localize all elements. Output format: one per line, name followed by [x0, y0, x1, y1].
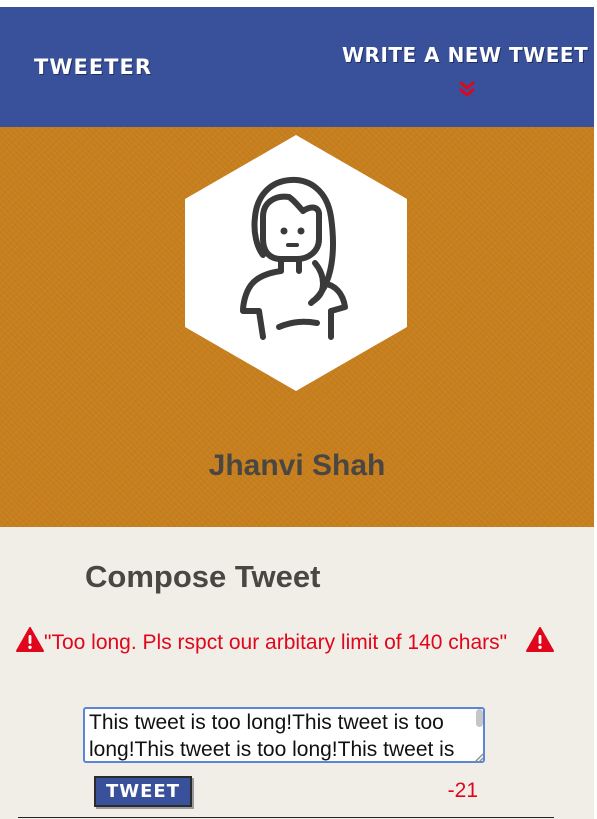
- tweet-submit-button[interactable]: TWEET: [94, 776, 192, 807]
- compose-title: Compose Tweet: [85, 559, 321, 594]
- write-new-tweet-link[interactable]: WRITE A NEW TWEET: [342, 43, 594, 67]
- divider: [18, 817, 554, 818]
- warning-triangle-icon: [526, 627, 554, 652]
- double-chevron-down-icon[interactable]: [458, 81, 476, 99]
- woman-avatar-icon: [185, 135, 407, 391]
- brand-logo[interactable]: TWEETER: [34, 55, 152, 79]
- warning-triangle-icon: [16, 627, 44, 652]
- compose-section: Compose Tweet "Too long. Pls rspct our a…: [0, 527, 594, 819]
- navbar: TWEETER WRITE A NEW TWEET: [0, 7, 594, 127]
- profile-banner: Jhanvi Shah: [0, 127, 594, 527]
- tweet-textarea[interactable]: This tweet is too long!This tweet is too…: [83, 707, 485, 763]
- profile-name: Jhanvi Shah: [208, 449, 386, 482]
- top-strip: [0, 0, 597, 7]
- scroll-thumb[interactable]: [476, 709, 483, 727]
- character-counter: -21: [447, 779, 478, 802]
- resize-grip-icon[interactable]: [472, 751, 484, 763]
- error-message: "Too long. Pls rspct our arbitary limit …: [44, 631, 508, 654]
